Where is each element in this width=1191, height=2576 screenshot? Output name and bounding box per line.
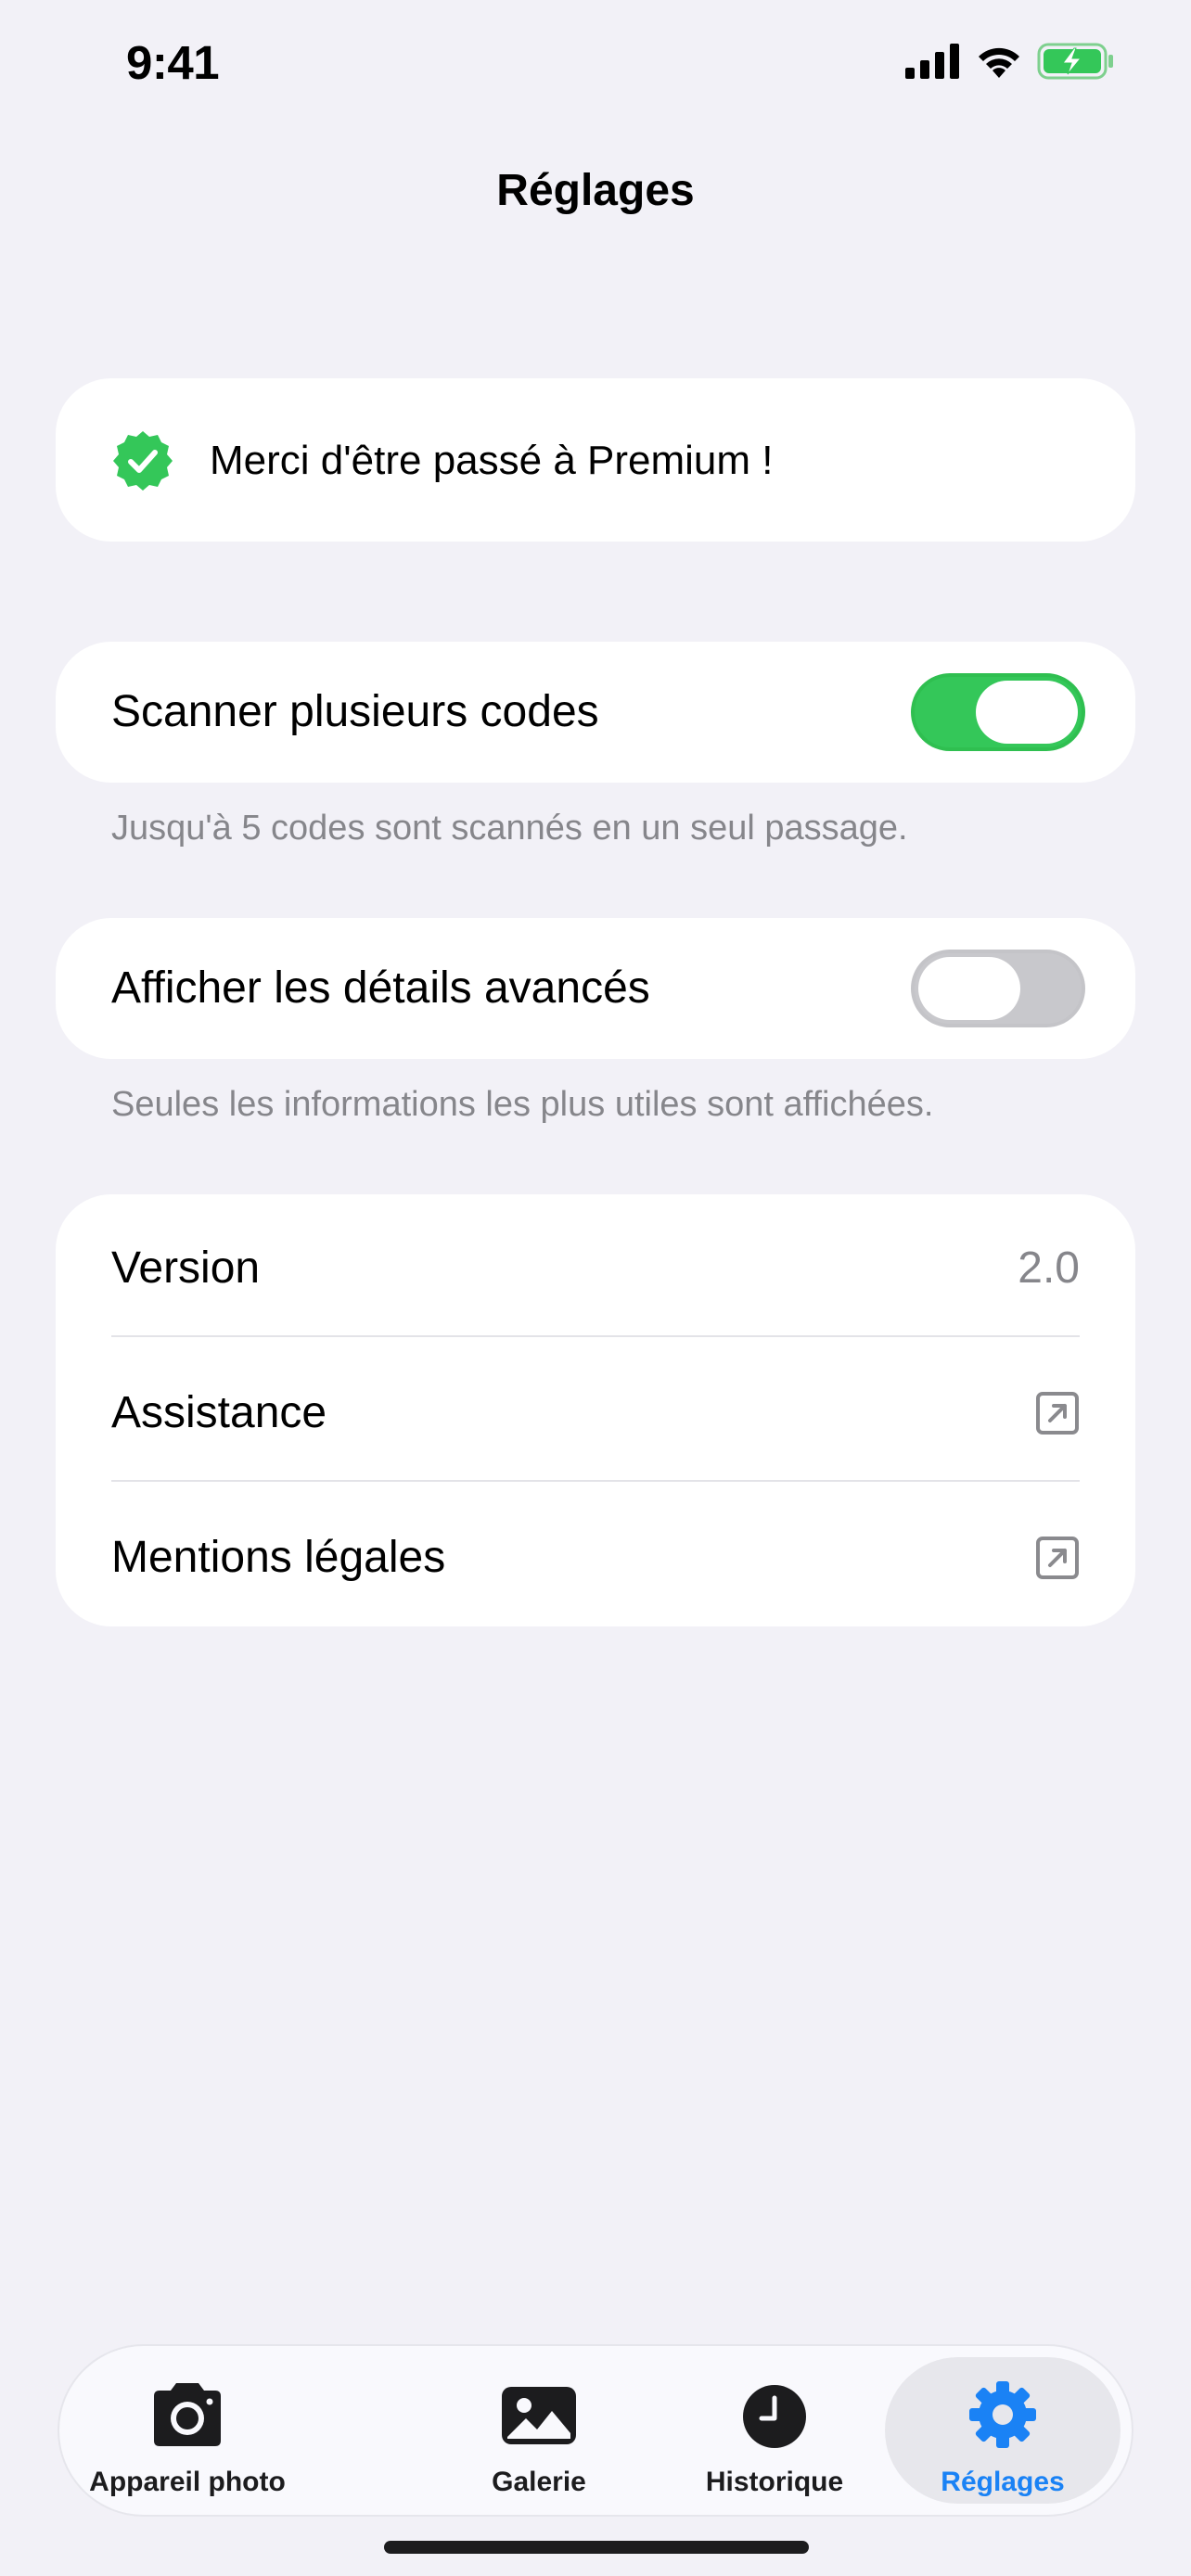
info-list: Version 2.0 Assistance Mentions légales <box>56 1194 1135 1626</box>
advanced-details-toggle[interactable] <box>911 950 1085 1027</box>
home-indicator[interactable] <box>384 2541 809 2554</box>
status-bar: 9:41 <box>0 0 1191 130</box>
advanced-details-label: Afficher les détails avancés <box>111 963 650 1013</box>
version-row: Version 2.0 <box>111 1194 1080 1339</box>
toggle-knob <box>918 957 1020 1020</box>
toggle-knob <box>976 681 1078 744</box>
premium-banner: Merci d'être passé à Premium ! <box>56 378 1135 542</box>
advanced-details-footnote: Seules les informations les plus utiles … <box>111 1085 934 1124</box>
page-title: Réglages <box>496 166 695 215</box>
tab-settings-label: Réglages <box>941 2467 1065 2497</box>
tab-settings[interactable]: Réglages <box>885 2346 1121 2515</box>
version-value: 2.0 <box>1018 1243 1080 1293</box>
advanced-details-setting: Afficher les détails avancés <box>56 918 1135 1059</box>
legal-row[interactable]: Mentions légales <box>111 1484 1080 1628</box>
tab-gallery[interactable]: Galerie <box>442 2346 636 2515</box>
multi-scan-toggle[interactable] <box>911 673 1085 751</box>
photo-gallery-icon <box>502 2387 576 2444</box>
tab-gallery-label: Galerie <box>492 2467 586 2497</box>
status-icons <box>905 43 1115 80</box>
battery-charging-icon <box>1037 43 1113 80</box>
status-time: 9:41 <box>126 36 220 89</box>
premium-message: Merci d'être passé à Premium ! <box>210 438 774 483</box>
tab-camera-label: Appareil photo <box>89 2467 286 2497</box>
wifi-icon <box>979 47 1019 78</box>
multi-scan-footnote: Jusqu'à 5 codes sont scannés en un seul … <box>111 809 908 848</box>
tab-history-label: Historique <box>705 2467 844 2497</box>
gear-icon <box>969 2381 1036 2448</box>
divider <box>111 1480 1080 1482</box>
divider <box>111 1335 1080 1337</box>
legal-label: Mentions légales <box>111 1533 446 1582</box>
multi-scan-label: Scanner plusieurs codes <box>111 687 599 736</box>
tab-bar: Appareil photo Galerie Historique Réglag… <box>59 2346 1132 2515</box>
cellular-signal-icon <box>905 44 959 79</box>
tab-camera[interactable]: Appareil photo <box>59 2346 315 2515</box>
version-label: Version <box>111 1243 261 1293</box>
multi-scan-setting: Scanner plusieurs codes <box>56 642 1135 783</box>
support-label: Assistance <box>111 1388 327 1437</box>
verified-badge-icon <box>113 431 173 491</box>
clock-icon <box>743 2385 806 2448</box>
external-link-icon <box>1036 1537 1079 1579</box>
external-link-icon <box>1036 1392 1079 1435</box>
camera-icon <box>154 2383 221 2446</box>
support-row[interactable]: Assistance <box>111 1339 1080 1484</box>
tab-history[interactable]: Historique <box>677 2346 872 2515</box>
